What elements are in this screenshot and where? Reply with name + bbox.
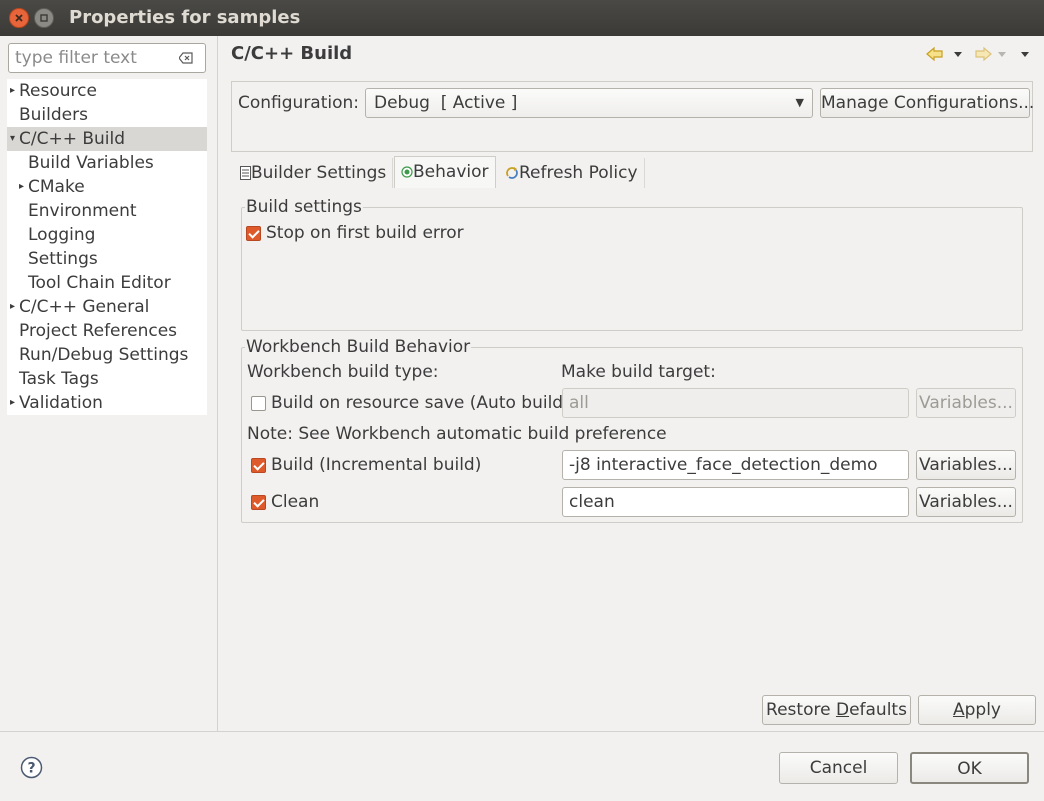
- filter-box: [8, 43, 206, 73]
- back-dropdown-icon[interactable]: [953, 51, 963, 59]
- workbench-build-type-label: Workbench build type:: [247, 362, 439, 382]
- make-build-target-label: Make build target:: [561, 362, 716, 382]
- close-icon: [15, 14, 23, 22]
- category-tree: ▸ Resource Builders ▾ C/C++ Build Build Varia…: [7, 79, 207, 415]
- forward-arrow-icon[interactable]: [974, 45, 992, 63]
- configuration-select[interactable]: Debug [ Active ] ▼: [365, 88, 813, 118]
- stop-on-error-checkbox[interactable]: [246, 226, 261, 241]
- button-text: efaults: [849, 700, 907, 720]
- divider: [0, 731, 1044, 732]
- sidebar-item[interactable]: Settings: [7, 247, 207, 271]
- clean-target-field[interactable]: clean: [562, 487, 909, 517]
- mnemonic: D: [835, 700, 850, 720]
- svg-text:?: ?: [27, 761, 35, 777]
- sidebar-item[interactable]: Builders: [7, 103, 207, 127]
- auto-build-label: Build on resource save (Auto build): [271, 393, 570, 413]
- stop-on-error-label: Stop on first build error: [266, 223, 464, 243]
- sidebar-item-label: Builders: [19, 105, 88, 125]
- apply-button[interactable]: Apply: [918, 695, 1036, 725]
- clean-label: Clean: [271, 492, 320, 512]
- refresh-icon: [506, 167, 518, 179]
- clean-checkbox[interactable]: [251, 495, 266, 510]
- sidebar-item[interactable]: ▸ C/C++ General: [7, 295, 207, 319]
- incremental-build-target-field[interactable]: -j8 interactive_face_detection_demo: [562, 450, 909, 480]
- sidebar-item-label: Tool Chain Editor: [28, 273, 171, 293]
- view-menu-icon[interactable]: [1020, 51, 1030, 59]
- sidebar-item-label: Build Variables: [28, 153, 154, 173]
- minimize-window-button[interactable]: [34, 8, 54, 28]
- tab-label: Behavior: [413, 162, 489, 182]
- sidebar: ▸ResourceBuilders▾C/C++ BuildBuild Varia…: [0, 36, 218, 731]
- tab-behavior[interactable]: Behavior: [394, 156, 496, 188]
- mnemonic: A: [952, 700, 965, 720]
- tab-builder-settings[interactable]: Builder Settings: [234, 158, 394, 188]
- sidebar-item-label: Logging: [28, 225, 96, 245]
- button-text: pply: [964, 700, 1001, 720]
- build-settings-legend: Build settings: [245, 197, 363, 217]
- sidebar-item[interactable]: Run/Debug Settings: [7, 343, 207, 367]
- radio-icon: [401, 166, 413, 178]
- auto-build-variables-button[interactable]: Variables...: [916, 388, 1016, 418]
- back-arrow-icon[interactable]: [926, 45, 944, 63]
- sidebar-item-label: Settings: [28, 249, 98, 269]
- sidebar-item[interactable]: Tool Chain Editor: [7, 271, 207, 295]
- tab-refresh-policy[interactable]: Refresh Policy: [499, 158, 645, 188]
- workbench-note: Note: See Workbench automatic build pref…: [247, 424, 667, 444]
- tab-label: Refresh Policy: [519, 163, 638, 183]
- auto-build-target-field[interactable]: all: [562, 388, 909, 418]
- sidebar-item-label: Project References: [19, 321, 178, 341]
- cancel-button[interactable]: Cancel: [779, 752, 898, 784]
- tab-bar: Builder Settings Behavior Refresh Policy: [231, 156, 1033, 188]
- sidebar-item[interactable]: Build Variables: [7, 151, 207, 175]
- page-title: C/C++ Build: [231, 43, 353, 64]
- workbench-build-behavior-group: Workbench Build Behavior Workbench build…: [241, 337, 1023, 523]
- build-settings-group: Build settings Stop on first build error: [241, 197, 1023, 331]
- sidebar-item[interactable]: ▸ Resource: [7, 79, 207, 103]
- sidebar-item[interactable]: ▾ C/C++ Build: [7, 127, 207, 151]
- clean-variables-button[interactable]: Variables...: [916, 487, 1016, 517]
- filter-input[interactable]: [15, 47, 175, 69]
- sidebar-item-label: C/C++ Build: [19, 129, 126, 149]
- incremental-build-label: Build (Incremental build): [271, 455, 482, 475]
- minimize-icon: [40, 14, 48, 22]
- sidebar-item[interactable]: ▸ Validation: [7, 391, 207, 415]
- ok-button[interactable]: OK: [910, 752, 1029, 784]
- auto-build-checkbox[interactable]: [251, 396, 266, 411]
- sidebar-item-label: Task Tags: [19, 369, 99, 389]
- sidebar-item-label: Validation: [19, 393, 103, 413]
- sidebar-item-label: C/C++ General: [19, 297, 150, 317]
- list-icon: [240, 166, 251, 180]
- sidebar-item-label: CMake: [28, 177, 85, 197]
- configuration-label: Configuration:: [238, 93, 360, 113]
- sidebar-item-label: Run/Debug Settings: [19, 345, 189, 365]
- incremental-build-checkbox[interactable]: [251, 458, 266, 473]
- configuration-section: Configuration: Debug [ Active ] ▼ Manage…: [231, 81, 1034, 152]
- sidebar-item[interactable]: Environment: [7, 199, 207, 223]
- sidebar-item[interactable]: ▸ CMake: [7, 175, 207, 199]
- button-text: Restore: [766, 700, 836, 720]
- incremental-variables-button[interactable]: Variables...: [916, 450, 1016, 480]
- sidebar-item-label: Environment: [28, 201, 137, 221]
- sidebar-item[interactable]: Task Tags: [7, 367, 207, 391]
- configuration-value: Debug [ Active ]: [374, 93, 518, 113]
- title-bar: Properties for samples: [0, 0, 1044, 36]
- workbench-legend: Workbench Build Behavior: [245, 337, 472, 357]
- clear-filter-icon[interactable]: [179, 52, 193, 64]
- sidebar-item[interactable]: Logging: [7, 223, 207, 247]
- chevron-down-icon: ▼: [795, 96, 804, 109]
- manage-configurations-button[interactable]: Manage Configurations...: [820, 88, 1034, 118]
- restore-defaults-button[interactable]: Restore Defaults: [762, 695, 911, 725]
- window-title: Properties for samples: [69, 7, 301, 28]
- forward-dropdown-icon[interactable]: [997, 51, 1007, 59]
- close-window-button[interactable]: [9, 8, 29, 28]
- tab-label: Builder Settings: [251, 163, 387, 183]
- sidebar-item-label: Resource: [19, 81, 97, 101]
- sidebar-item[interactable]: Project References: [7, 319, 207, 343]
- help-icon[interactable]: ?: [20, 756, 43, 779]
